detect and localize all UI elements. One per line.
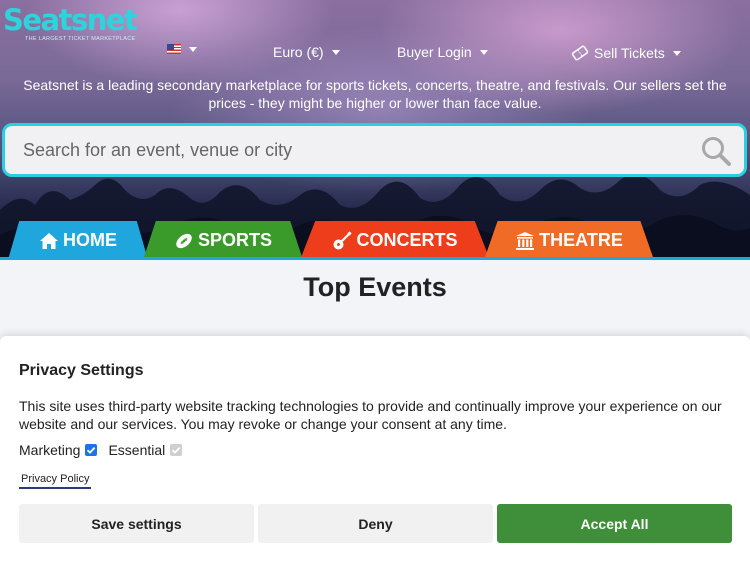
tab-label: THEATRE — [539, 230, 623, 250]
tab-label: HOME — [63, 230, 117, 250]
buyer-login-label: Buyer Login — [397, 44, 472, 60]
language-selector[interactable] — [167, 44, 197, 54]
sell-tickets-menu[interactable]: Sell Tickets — [571, 44, 681, 62]
chevron-down-icon — [479, 49, 488, 55]
tab-label: SPORTS — [197, 230, 272, 250]
marketing-label: Marketing — [19, 442, 81, 458]
privacy-text: This site uses third-party website track… — [19, 398, 722, 432]
save-settings-button[interactable]: Save settings — [19, 504, 254, 543]
tab-home[interactable]: HOME — [8, 221, 148, 260]
sell-tickets-label: Sell Tickets — [594, 45, 665, 61]
chevron-down-icon — [672, 50, 681, 56]
essential-label: Essential — [108, 442, 166, 458]
guitar-icon — [333, 230, 353, 249]
intro-text: Seatsnet is a leading secondary marketpl… — [23, 77, 727, 111]
deny-button[interactable]: Deny — [258, 504, 493, 543]
hero-banner: Seatsnet THE LARGEST TICKET MARKETPLACE … — [0, 0, 750, 260]
site-logo[interactable]: Seatsnet THE LARGEST TICKET MARKETPLACE — [3, 3, 138, 43]
tab-label: CONCERTS — [356, 230, 458, 250]
currency-selector[interactable]: Euro (€) — [273, 44, 340, 60]
tab-theatre[interactable]: THEATRE — [484, 221, 654, 260]
accept-all-button[interactable]: Accept All — [497, 504, 732, 543]
buyer-login-menu[interactable]: Buyer Login — [397, 44, 488, 60]
privacy-policy-link[interactable]: Privacy Policy — [19, 473, 92, 489]
football-icon — [176, 233, 192, 248]
top-navigation: Euro (€) Buyer Login Sell Tickets — [0, 44, 750, 64]
theatre-icon — [516, 231, 535, 250]
search-bar — [2, 123, 747, 177]
checkmark-icon — [87, 446, 96, 454]
privacy-title: Privacy Settings — [19, 362, 144, 379]
search-icon[interactable] — [700, 135, 732, 167]
chevron-down-icon — [331, 49, 340, 55]
tab-underline — [0, 257, 750, 260]
marketing-checkbox[interactable] — [85, 444, 98, 456]
consent-options: Marketing Essential — [19, 442, 193, 458]
essential-checkbox — [170, 444, 183, 456]
ticket-icon — [571, 45, 589, 61]
search-input[interactable] — [23, 139, 744, 161]
category-tabs: HOME SPORTS CONCERTS THEATRE — [0, 221, 750, 260]
chevron-down-icon — [189, 46, 197, 52]
section-title: Top Events — [303, 272, 447, 302]
logo-tagline: THE LARGEST TICKET MARKETPLACE — [25, 36, 136, 42]
checkmark-icon — [172, 446, 181, 454]
currency-label: Euro (€) — [273, 44, 324, 60]
us-flag-icon — [167, 44, 181, 54]
logo-text: Seatsnet — [3, 3, 138, 37]
tab-concerts[interactable]: CONCERTS — [300, 221, 490, 260]
privacy-settings-dialog: Privacy Settings This site uses third-pa… — [0, 336, 750, 563]
tab-sports[interactable]: SPORTS — [143, 221, 303, 260]
home-icon — [40, 232, 58, 249]
